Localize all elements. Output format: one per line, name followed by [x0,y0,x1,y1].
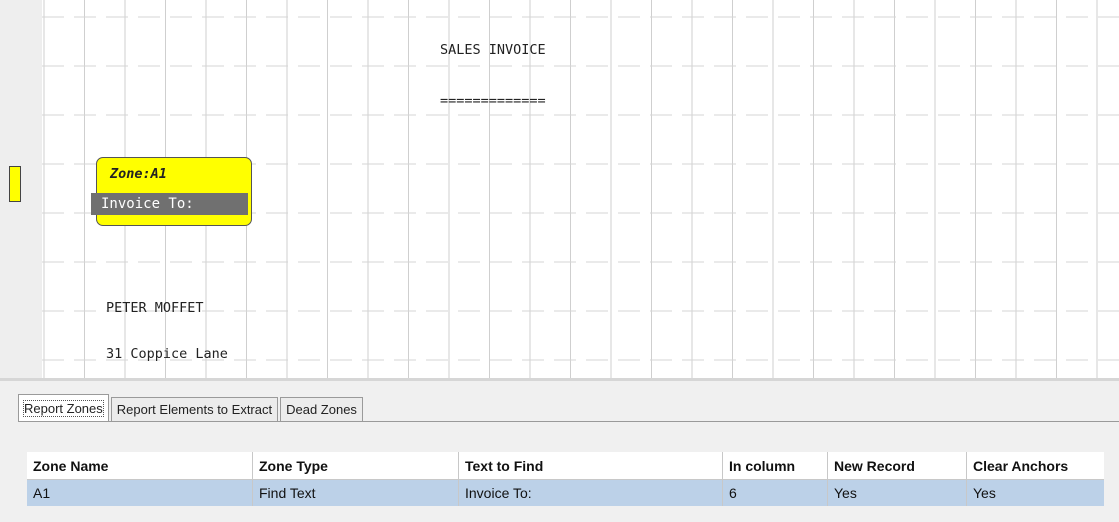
bottom-panel: Report Zones Report Elements to Extract … [0,381,1119,522]
tab-bar: Report Zones Report Elements to Extract … [18,394,365,421]
tab-label: Dead Zones [286,402,357,417]
column-header-new-record[interactable]: New Record [827,452,967,480]
zone-resize-handle[interactable] [248,193,251,215]
tab-label: Report Elements to Extract [116,402,273,417]
zone-title: Zone:A1 [110,166,167,182]
column-header-zone-type[interactable]: Zone Type [252,452,459,480]
report-line-title: SALES INVOICE [440,42,546,58]
zone-box-a1[interactable]: Zone:A1 Invoice To: [91,157,252,226]
cell-zone-name[interactable]: A1 [27,479,253,506]
tab-label: Report Zones [23,400,104,417]
cell-in-column[interactable]: 6 [722,479,828,506]
tab-dead-zones[interactable]: Dead Zones [280,397,363,421]
table-header-row: Zone Name Zone Type Text to Find In colu… [27,452,1104,480]
report-line-underline: ============= [440,93,546,109]
tab-report-elements-to-extract[interactable]: Report Elements to Extract [110,397,279,421]
zone-matched-text: Invoice To: [91,193,249,215]
zones-table: Zone Name Zone Type Text to Find In colu… [27,452,1104,506]
column-header-text-to-find[interactable]: Text to Find [458,452,723,480]
cell-zone-type[interactable]: Find Text [252,479,459,506]
cell-clear-anchors[interactable]: Yes [966,479,1104,506]
table-row[interactable]: A1 Find Text Invoice To: 6 Yes Yes [27,479,1104,506]
report-preview[interactable]: SALES INVOICE ============= PETER MOFFET… [0,0,1119,378]
zone-row-marker[interactable] [9,166,21,202]
cell-text-to-find[interactable]: Invoice To: [458,479,723,506]
cell-new-record[interactable]: Yes [827,479,967,506]
report-line-address: 31 Coppice Lane [106,346,228,362]
tab-report-zones[interactable]: Report Zones [18,394,109,421]
column-header-clear-anchors[interactable]: Clear Anchors [966,452,1104,480]
report-line-name: PETER MOFFET [106,300,204,316]
column-header-zone-name[interactable]: Zone Name [27,452,253,480]
column-header-in-column[interactable]: In column [722,452,828,480]
tab-baseline [18,421,1119,422]
